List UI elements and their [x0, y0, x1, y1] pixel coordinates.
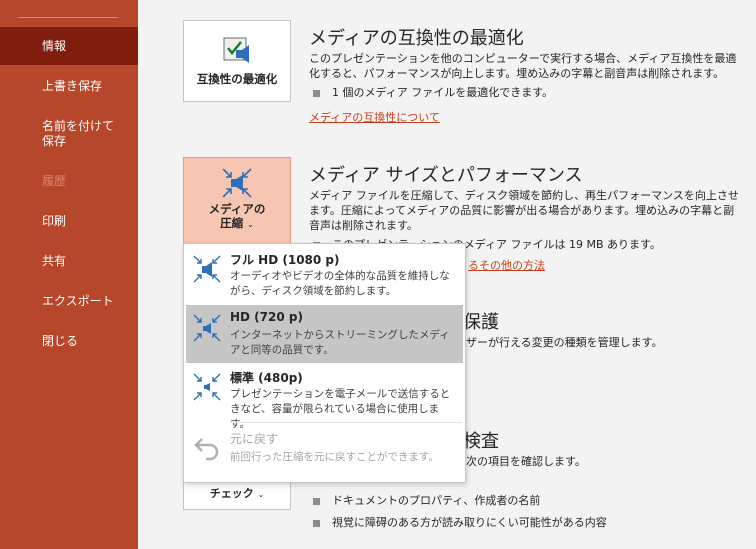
option-undo-compress: 元に戻す 前回行った圧縮を元に戻すことができます。 [186, 425, 463, 475]
media-more-link[interactable]: るその他の方法 [468, 257, 545, 273]
sidebar-item-info[interactable]: 情報 [0, 27, 138, 65]
inspect-title: 検査 [463, 431, 499, 452]
sidebar-item-label: 閉じる [42, 334, 79, 348]
bullet-icon [313, 497, 320, 505]
sidebar-item-export[interactable]: エクスポート [0, 282, 138, 320]
compat-link[interactable]: メディアの互換性について [309, 109, 440, 125]
media-title: メディア サイズとパフォーマンス [309, 165, 583, 186]
option-title: 標準 (480p) [230, 371, 303, 385]
sidebar-item-share[interactable]: 共有 [0, 242, 138, 280]
sidebar-item-save[interactable]: 上書き保存 [0, 67, 138, 105]
sidebar-item-close[interactable]: 閉じる [0, 322, 138, 360]
dropdown-divider [230, 422, 462, 423]
inspect-bullet-text: ドキュメントのプロパティ、作成者の名前 [332, 494, 541, 507]
compress-media-label: メディアの 圧縮 ⌄ [184, 202, 290, 232]
compress-media-icon [222, 168, 252, 198]
sidebar-item-label: 共有 [42, 254, 67, 268]
sidebar-item-label: エクスポート [42, 294, 114, 308]
sidebar-divider [18, 17, 118, 18]
compress-media-dropdown: フル HD (1080 p) オーディオやビデオの全体的な品質を維持しながら、デ… [183, 243, 466, 483]
compat-bullet-text: 1 個のメディア ファイルを最適化できます。 [332, 86, 554, 99]
undo-icon [194, 438, 219, 461]
inspect-description: 次の項目を確認します。 [466, 455, 586, 468]
option-title: フル HD (1080 p) [230, 253, 340, 267]
optimize-compatibility-button[interactable]: 互換性の最適化 [183, 20, 291, 102]
bullet-icon [313, 89, 320, 97]
bullet-icon [313, 519, 320, 527]
sidebar-item-save-as[interactable]: 名前を付けて保存 [0, 113, 138, 153]
inspect-bullet-1: ドキュメントのプロパティ、作成者の名前 [313, 492, 540, 508]
sidebar-item-label: 情報 [42, 39, 67, 53]
option-standard[interactable]: 標準 (480p) プレゼンテーションを電子メールで送信するときなど、容量が限ら… [186, 364, 463, 430]
protect-title: 保護 [463, 312, 499, 333]
media-description: メディア ファイルを圧縮して、ディスク領域を節約し、再生パフォーマンスを向上させ… [309, 189, 739, 232]
compress-media-icon [193, 255, 221, 283]
sidebar-item-label: 上書き保存 [42, 79, 103, 93]
option-description: 前回行った圧縮を元に戻すことができます。 [230, 451, 439, 463]
compress-media-label-line1: メディアの [208, 202, 266, 216]
sidebar-item-print[interactable]: 印刷 [0, 202, 138, 240]
sidebar-item-label: 履歴 [42, 174, 67, 188]
sidebar-item-label: 名前を付けて保存 [42, 119, 115, 148]
chevron-down-icon: ⌄ [247, 220, 254, 229]
optimize-compatibility-label: 互換性の最適化 [196, 72, 278, 86]
compat-bullet: 1 個のメディア ファイルを最適化できます。 [313, 84, 553, 100]
sidebar-item-history: 履歴 [0, 162, 138, 200]
protect-description: ザーが行える変更の種類を管理します。 [466, 336, 663, 349]
chevron-down-icon: ⌄ [257, 490, 265, 499]
sidebar-item-label: 印刷 [42, 214, 67, 228]
compress-media-label-line2: 圧縮 [220, 216, 244, 230]
check-issues-label: チェック [209, 487, 254, 500]
inspect-bullet-2: 視覚に障碍のある方が読み取りにくい可能性がある内容 [313, 514, 607, 530]
option-title: 元に戻す [230, 432, 279, 446]
option-title: HD (720 p) [230, 310, 303, 324]
media-compatibility-icon [223, 37, 249, 63]
backstage-sidebar: 情報 上書き保存 名前を付けて保存 履歴 印刷 共有 エクスポート 閉じる [0, 0, 138, 549]
option-description: インターネットからストリーミングしたメディアと同等の品質です。 [230, 329, 450, 356]
option-hd[interactable]: HD (720 p) インターネットからストリーミングしたメディアと同等の品質で… [186, 305, 463, 363]
compat-title: メディアの互換性の最適化 [309, 28, 524, 49]
compat-description: このプレゼンテーションを他のコンピューターで実行する場合、メディア互換性を最適化… [309, 52, 737, 80]
compress-media-button[interactable]: メディアの 圧縮 ⌄ [183, 157, 291, 245]
option-full-hd[interactable]: フル HD (1080 p) オーディオやビデオの全体的な品質を維持しながら、デ… [186, 246, 463, 304]
compress-media-icon [193, 373, 221, 401]
inspect-bullet-text: 視覚に障碍のある方が読み取りにくい可能性がある内容 [332, 516, 607, 529]
option-description: オーディオやビデオの全体的な品質を維持しながら、ディスク領域を節約します。 [230, 270, 450, 297]
compress-media-icon [193, 314, 221, 342]
